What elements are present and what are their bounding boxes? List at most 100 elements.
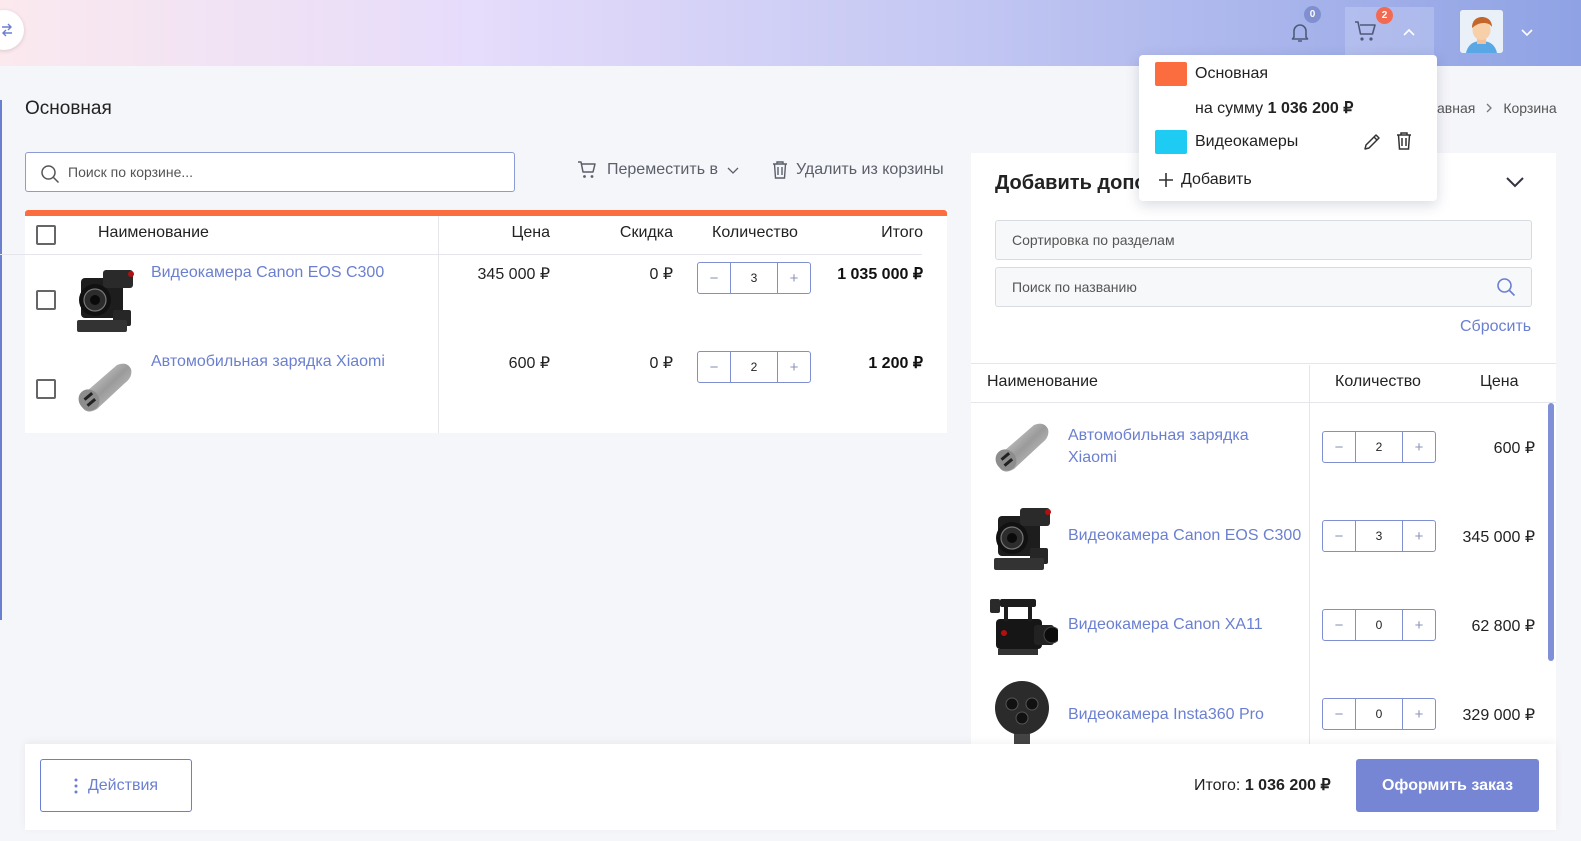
chevron-down-icon — [1506, 177, 1524, 188]
cart-button[interactable] — [1353, 19, 1379, 43]
cart-search-input[interactable] — [68, 153, 508, 191]
decrement-button[interactable]: − — [1323, 432, 1355, 462]
col-discount: Скидка — [619, 224, 673, 241]
row-checkbox[interactable] — [36, 379, 56, 399]
user-avatar-icon — [1460, 10, 1503, 53]
add-cart-button[interactable]: Добавить — [1157, 171, 1252, 189]
cart-color-swatch — [1155, 62, 1187, 86]
quantity-value[interactable]: 3 — [730, 263, 778, 293]
edit-cart-button[interactable] — [1362, 132, 1382, 152]
product-name-line: Видеокамера Insta360 Pro — [1068, 706, 1264, 723]
product-name-link[interactable]: Видеокамера Canon EOS C300 — [151, 264, 384, 282]
breadcrumb-home[interactable]: авная — [1437, 100, 1475, 116]
sort-select-input[interactable] — [1012, 221, 1492, 259]
product-price: 345 000 ₽ — [1462, 529, 1535, 546]
car-charger-icon — [995, 423, 1049, 472]
name-search-input[interactable] — [1012, 268, 1492, 306]
decrement-button[interactable]: − — [698, 263, 730, 293]
cart-icon — [1355, 21, 1376, 41]
product-name-link[interactable]: Автомобильная зарядка Xiaomi — [1068, 425, 1249, 469]
panel-col-quantity: Количество — [1335, 373, 1421, 390]
row-checkbox[interactable] — [36, 290, 56, 310]
panel-col-name: Наименование — [987, 373, 1098, 390]
cart-search[interactable] — [25, 152, 515, 192]
quantity-stepper: − 3 + — [1322, 520, 1436, 552]
product-name-link[interactable]: Автомобильная зарядка Xiaomi — [151, 353, 385, 371]
trash-icon — [773, 161, 787, 179]
decrement-button[interactable]: − — [1323, 521, 1355, 551]
decrement-button[interactable]: − — [1323, 699, 1355, 729]
cart-option-main[interactable]: Основная — [1195, 65, 1268, 83]
avatar[interactable] — [1460, 10, 1503, 53]
profile-menu-toggle[interactable] — [1519, 25, 1535, 41]
cart-table — [25, 210, 947, 433]
notifications-badge: 0 — [1304, 6, 1321, 23]
product-image[interactable] — [990, 413, 1058, 481]
product-image[interactable] — [73, 264, 141, 332]
name-search[interactable] — [995, 267, 1532, 307]
quantity-value[interactable]: 2 — [1355, 432, 1403, 462]
trash-icon — [1397, 132, 1411, 150]
chevron-down-icon — [1521, 29, 1533, 37]
product-name-link[interactable]: Видеокамера Insta360 Pro — [1068, 704, 1264, 726]
search-icon[interactable] — [1496, 277, 1516, 297]
camera-c300-icon — [77, 270, 134, 332]
cart-sum-label: на сумму — [1195, 100, 1264, 117]
delete-label: Удалить из корзины — [796, 161, 944, 178]
actions-button[interactable]: Действия — [40, 759, 192, 812]
search-icon — [41, 165, 60, 184]
quantity-stepper: − 2 + — [1322, 431, 1436, 463]
car-charger-icon — [78, 363, 132, 412]
product-name-link[interactable]: Видеокамера Canon EOS C300 — [1068, 525, 1301, 547]
decrement-button[interactable]: − — [698, 352, 730, 382]
bell-icon — [1291, 24, 1309, 42]
quantity-value[interactable]: 3 — [1355, 521, 1403, 551]
panel-header-divider — [971, 402, 1556, 403]
product-name-link[interactable]: Видеокамера Canon XA11 — [1068, 614, 1263, 636]
delete-from-cart-button[interactable]: Удалить из корзины — [771, 160, 944, 180]
breadcrumb-current: Корзина — [1503, 100, 1557, 116]
quantity-stepper: − 0 + — [1322, 698, 1436, 730]
camera-insta360-icon — [995, 681, 1049, 744]
quantity-stepper: − 0 + — [1322, 609, 1436, 641]
panel-collapse-toggle[interactable] — [1505, 175, 1525, 189]
cart-dropdown-toggle[interactable] — [1401, 24, 1417, 40]
panel-scrollbar[interactable] — [1548, 403, 1554, 661]
sort-by-section-select[interactable] — [995, 220, 1532, 260]
camera-c300-icon — [994, 508, 1051, 570]
product-price: 600 ₽ — [508, 355, 550, 372]
cart-icon — [578, 161, 596, 178]
sidebar-edge — [0, 100, 2, 620]
cart-sum: на сумму 1 036 200 ₽ — [1195, 98, 1353, 118]
product-image[interactable] — [990, 502, 1058, 570]
search-icon-glyph — [1497, 278, 1516, 297]
col-price: Цена — [511, 224, 550, 241]
product-discount: 0 ₽ — [649, 355, 673, 372]
quantity-value[interactable]: 0 — [1355, 699, 1403, 729]
chevron-down-icon — [727, 167, 739, 174]
decrement-button[interactable]: − — [1323, 610, 1355, 640]
quantity-stepper: − 3 + — [697, 262, 811, 294]
product-image[interactable] — [73, 353, 141, 421]
product-discount: 0 ₽ — [649, 266, 673, 283]
product-total: 1 200 ₽ — [868, 355, 923, 372]
quantity-value[interactable]: 2 — [730, 352, 778, 382]
product-image[interactable] — [990, 678, 1058, 744]
checkout-button[interactable]: Оформить заказ — [1356, 759, 1539, 812]
reset-link[interactable]: Сбросить — [1460, 318, 1531, 336]
notifications-button[interactable] — [1288, 20, 1312, 44]
product-image[interactable] — [990, 591, 1058, 659]
cart-sum-value: 1 036 200 ₽ — [1267, 100, 1354, 117]
chevron-right-icon — [1486, 103, 1493, 113]
quantity-value[interactable]: 0 — [1355, 610, 1403, 640]
select-all-checkbox[interactable] — [36, 225, 56, 245]
move-to-button[interactable]: Переместить в — [577, 160, 740, 180]
kebab-icon — [74, 778, 78, 793]
product-total: 1 035 000 ₽ — [837, 266, 923, 283]
product-name-line: Видеокамера Canon XA11 — [1068, 616, 1263, 633]
panel-divider — [971, 363, 1556, 364]
cart-option-videocameras[interactable]: Видеокамеры — [1195, 133, 1298, 151]
delete-cart-button[interactable] — [1395, 131, 1413, 151]
product-name-line: Видеокамера Canon EOS C300 — [1068, 527, 1302, 544]
quantity-stepper: − 2 + — [697, 351, 811, 383]
